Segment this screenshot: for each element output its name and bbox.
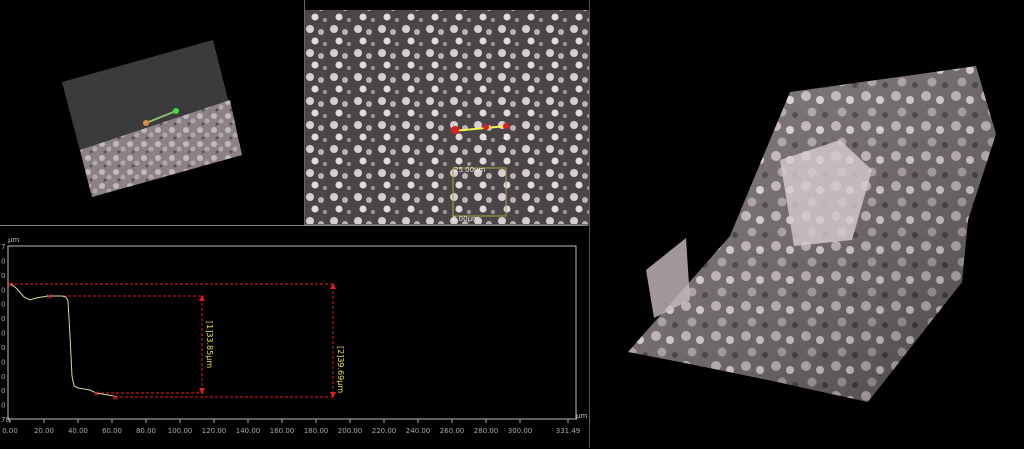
overview-marker-end[interactable]	[173, 108, 179, 114]
y-tick-label: 78	[1, 416, 10, 424]
x-tick-label: 140.00	[236, 427, 261, 435]
y-tick-label: 0	[1, 257, 5, 265]
x-tick-label: 160.00	[270, 427, 295, 435]
y-tick-label: 0	[1, 301, 5, 309]
zoom-image-panel[interactable]: 1 2 25.00µm 6.00µm	[304, 0, 589, 225]
x-tick-label: 20.00	[34, 427, 54, 435]
profile-marker-d[interactable]: ×	[112, 393, 119, 402]
overview-image	[62, 40, 242, 197]
zoom-marker-2: 2	[503, 133, 507, 141]
x-tick-label: 280.00	[474, 427, 499, 435]
y-tick-label: 0	[1, 330, 5, 338]
profile-graph: µm µm 7 0 0 0 0 0 0 0 0 0 0 0 78 0.00 20.00 40.00 60.00…	[1, 236, 587, 435]
profile-marker-c[interactable]: ×	[93, 389, 100, 398]
zoom-scale-label-bottom: 6.00µm	[452, 215, 479, 223]
x-tick-label: 40.00	[68, 427, 88, 435]
measurement-label-2: [2]39.69µm	[336, 346, 345, 393]
profile-line	[9, 283, 117, 398]
zoom-image: 1 2 25.00µm 6.00µm	[305, 10, 589, 224]
profile-marker-b[interactable]: ×	[46, 292, 53, 301]
x-tick-label: 200.00	[338, 427, 363, 435]
zoom-marker-1: 1	[483, 134, 487, 142]
x-tick-label: 0.00	[2, 427, 18, 435]
measurement-label-1: [1]33.85µm	[205, 321, 214, 368]
zoom-point-1[interactable]	[483, 124, 489, 130]
y-tick-label: 0	[1, 387, 5, 395]
zoom-scale-label-top: 25.00µm	[454, 166, 485, 174]
profile-graph-panel[interactable]: µm µm 7 0 0 0 0 0 0 0 0 0 0 0 78 0.00 20.00 40.00 60.00…	[0, 225, 588, 449]
x-tick-label: 180.00	[304, 427, 329, 435]
zoom-point-start[interactable]	[451, 126, 459, 134]
3d-surface-view	[628, 66, 996, 402]
x-tick-label: 100.00	[168, 427, 193, 435]
x-tick-label: 240.00	[406, 427, 431, 435]
zoom-point-2[interactable]	[503, 123, 509, 129]
y-tick-label: 0	[1, 344, 5, 352]
y-unit-label: µm	[8, 236, 19, 244]
overview-image-panel[interactable]	[0, 0, 303, 224]
x-tick-label: 120.00	[202, 427, 227, 435]
x-tick-label: 80.00	[136, 427, 156, 435]
x-tick-label: 300.00	[508, 427, 533, 435]
y-tick-label: 0	[1, 315, 5, 323]
y-tick-label: 0	[1, 402, 5, 410]
y-tick-label: 7	[1, 243, 5, 251]
x-tick-label: 220.00	[372, 427, 397, 435]
y-tick-label: 0	[1, 272, 5, 280]
x-tick-label: 60.00	[102, 427, 122, 435]
x-axis-ticks: 0.00 20.00 40.00 60.00 80.00 100.00 120.00 140.…	[2, 419, 580, 435]
x-unit-label: µm	[576, 412, 587, 420]
y-axis-ticks: 7 0 0 0 0 0 0 0 0 0 0 0 78	[1, 243, 10, 424]
overview-marker-start[interactable]	[143, 120, 149, 126]
y-tick-label: 0	[1, 286, 5, 294]
zoom-texture	[305, 10, 589, 224]
x-tick-label: 260.00	[440, 427, 465, 435]
y-tick-label: 0	[1, 373, 5, 381]
profile-marker-a[interactable]: ×	[7, 280, 14, 289]
3d-view-panel[interactable]	[589, 0, 1024, 448]
y-tick-label: 0	[1, 358, 5, 366]
x-tick-label: 331.49	[556, 427, 581, 435]
